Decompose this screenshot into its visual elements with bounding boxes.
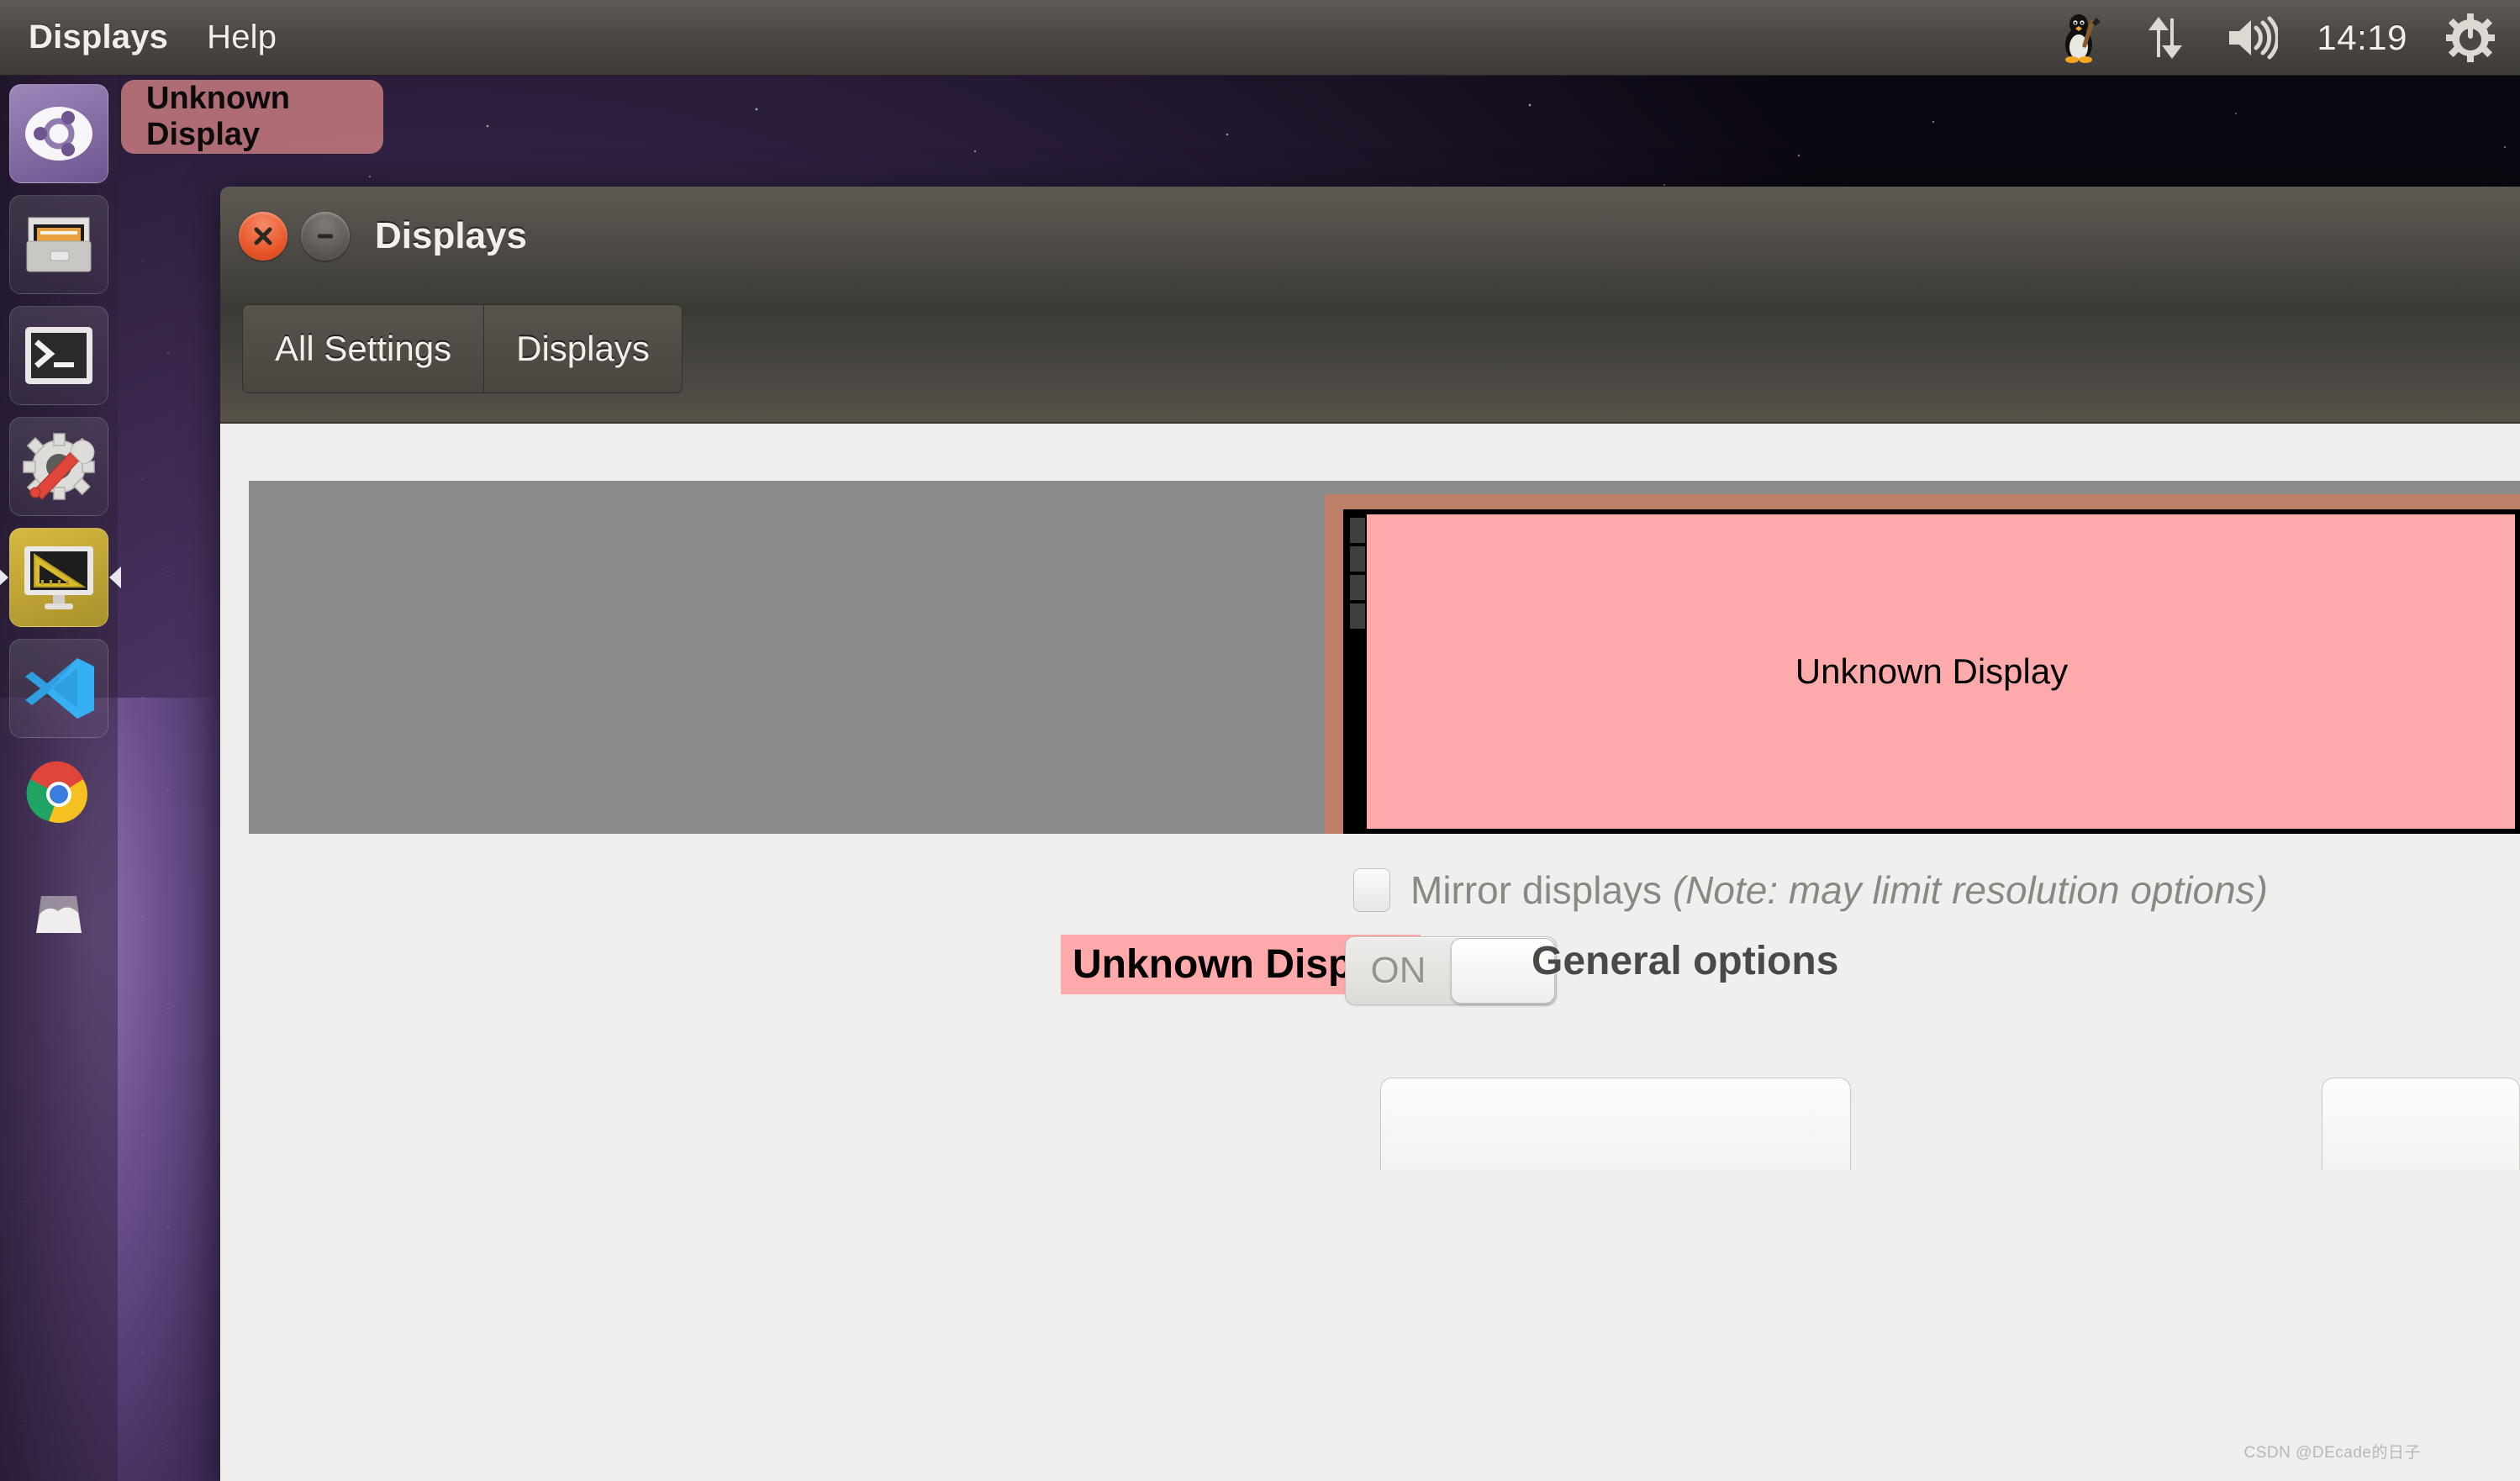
window-title: Displays xyxy=(375,215,527,256)
trash-icon xyxy=(36,896,82,933)
general-options-combobox[interactable] xyxy=(2322,1078,2520,1170)
preview-launcher-icon xyxy=(1350,518,1365,543)
displays-monitor-ruler-icon xyxy=(24,546,93,609)
preview-launcher-icon xyxy=(1350,575,1365,600)
displays-settings-window: Displays All Settings Displays Unknown D… xyxy=(220,187,2520,1481)
launcher-item-displays[interactable] xyxy=(0,528,121,627)
close-icon xyxy=(254,227,272,245)
resolution-combobox[interactable] xyxy=(1380,1078,1851,1170)
tux-penguin-icon[interactable] xyxy=(2058,13,2105,63)
launcher-item-trash[interactable] xyxy=(9,861,108,960)
window-header: Displays All Settings Displays xyxy=(220,187,2520,424)
running-indicator-left-icon xyxy=(0,567,8,588)
launcher-item-terminal[interactable] xyxy=(9,306,108,405)
panel-menu: Displays Help xyxy=(0,15,282,60)
mirror-displays-text: Mirror displays xyxy=(1410,868,1663,912)
window-controls xyxy=(220,212,350,261)
chrome-icon xyxy=(26,761,87,823)
monitor-preview[interactable]: Unknown Display xyxy=(1325,494,2520,834)
power-gear-icon[interactable] xyxy=(2446,13,2495,62)
monitor-screen: Unknown Display xyxy=(1348,514,2515,829)
toggle-state-label: ON xyxy=(1370,950,1426,991)
mirror-displays-row[interactable]: Mirror displays (Note: may limit resolut… xyxy=(1353,867,2268,913)
displays-button[interactable]: Displays xyxy=(484,304,683,393)
watermark: CSDN @DEcade的日子 xyxy=(2243,1444,2421,1462)
running-indicator-right-icon xyxy=(109,567,121,588)
unity-launcher xyxy=(0,76,121,1481)
ubuntu-logo-icon xyxy=(25,107,92,161)
tooltip-label: Unknown Display xyxy=(146,81,290,152)
preview-launcher-strip xyxy=(1348,514,1367,829)
volume-icon[interactable] xyxy=(2226,14,2279,61)
window-titlebar: Displays xyxy=(220,187,2520,286)
launcher-item-files[interactable] xyxy=(9,195,108,294)
mirror-displays-note: (Note: may limit resolution options) xyxy=(1672,868,2268,912)
window-toolbar: All Settings Displays xyxy=(242,304,683,393)
preview-launcher-icon xyxy=(1350,603,1365,629)
close-button[interactable] xyxy=(239,212,287,261)
network-updown-icon[interactable] xyxy=(2143,13,2187,62)
launcher-tooltip: Unknown Display xyxy=(121,80,383,154)
window-body: Unknown Display Mirror displays (Note: m… xyxy=(220,424,2520,1481)
monitor-preview-label: Unknown Display xyxy=(1795,651,2069,691)
preview-launcher-icon xyxy=(1350,546,1365,572)
menu-item-displays[interactable]: Displays xyxy=(24,15,173,60)
settings-gear-wrench-icon xyxy=(23,433,95,500)
file-cabinet-icon xyxy=(26,217,92,272)
top-panel: Displays Help 14:19 xyxy=(0,0,2520,76)
display-arrangement-canvas[interactable]: Unknown Display xyxy=(249,481,2520,834)
monitor-bezel: Unknown Display xyxy=(1343,509,2520,834)
launcher-item-ubuntu-dash[interactable] xyxy=(9,84,108,183)
menu-item-help[interactable]: Help xyxy=(202,15,282,60)
panel-indicators: 14:19 xyxy=(2058,13,2520,63)
minimize-button[interactable] xyxy=(301,212,350,261)
all-settings-button[interactable]: All Settings xyxy=(242,304,485,393)
terminal-icon xyxy=(25,327,92,384)
vscode-icon xyxy=(25,658,94,719)
minimize-icon xyxy=(318,234,333,239)
mirror-displays-label: Mirror displays (Note: may limit resolut… xyxy=(1410,867,2268,913)
display-power-toggle[interactable]: ON xyxy=(1345,936,1557,1005)
general-options-title: General options xyxy=(1532,939,1839,983)
screen: Displays Help 14:19 Unknown Display Disp… xyxy=(0,0,2520,1481)
launcher-item-chrome[interactable] xyxy=(9,750,108,849)
mirror-displays-checkbox[interactable] xyxy=(1353,868,1390,912)
panel-clock[interactable]: 14:19 xyxy=(2317,18,2407,58)
launcher-item-vscode[interactable] xyxy=(9,639,108,738)
launcher-item-system-settings[interactable] xyxy=(9,417,108,516)
